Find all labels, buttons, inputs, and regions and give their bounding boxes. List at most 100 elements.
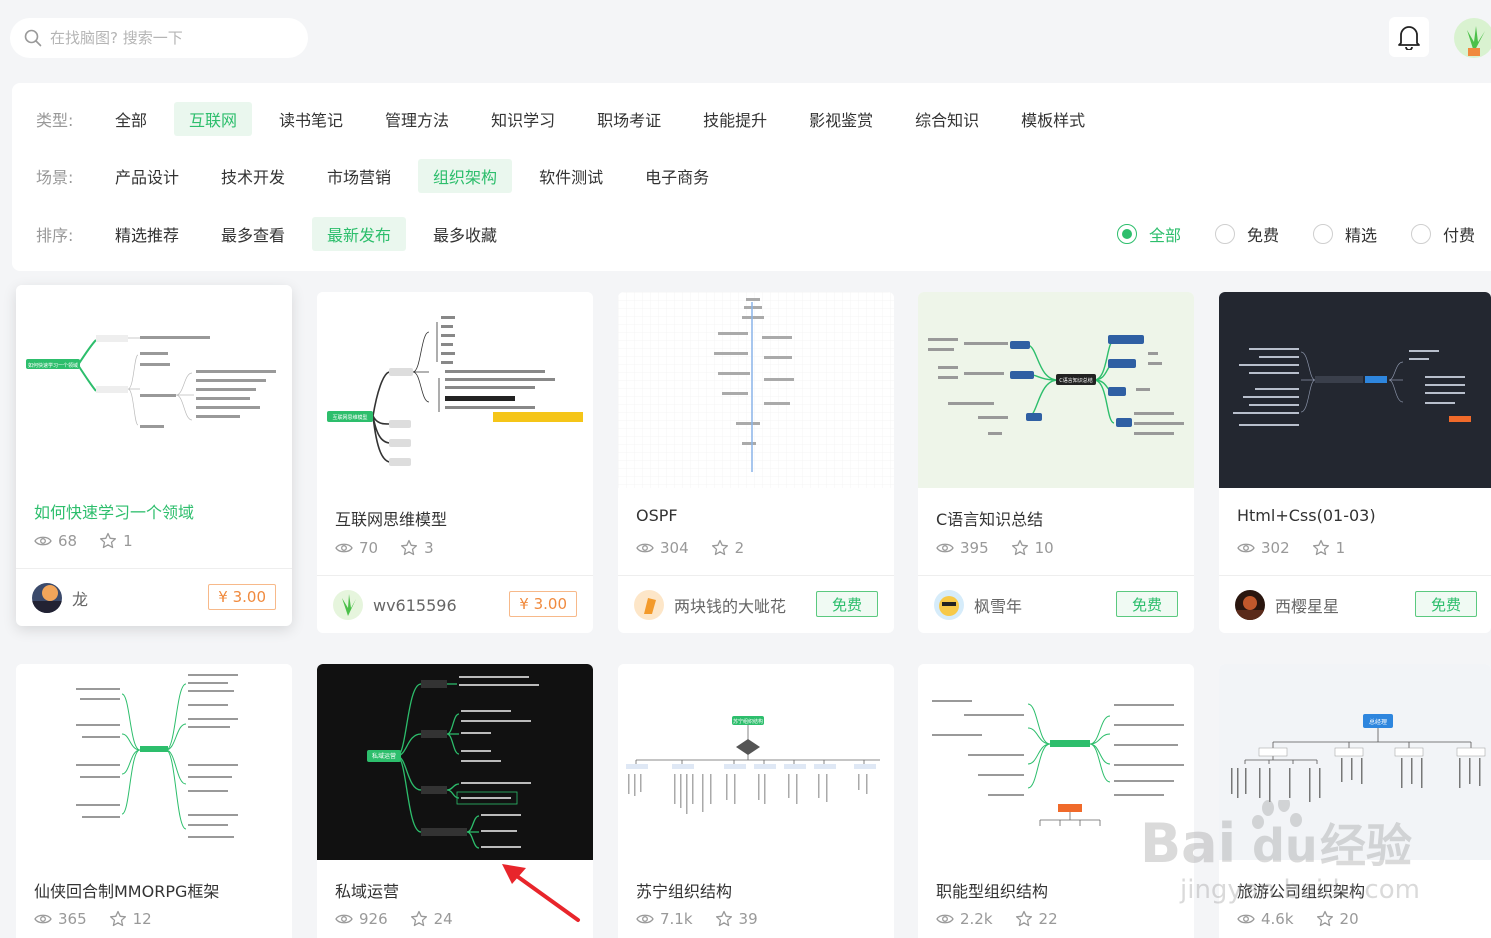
scene-chip-org-structure[interactable]: 组织架构: [418, 159, 513, 193]
thumb-root-label: 苏宁组织结构: [733, 718, 763, 725]
type-chip-film[interactable]: 影视鉴赏: [794, 102, 888, 136]
scene-chip-product-design[interactable]: 产品设计: [100, 159, 194, 193]
eye-icon: [636, 914, 654, 924]
card-thumbnail: [918, 664, 1194, 860]
card-stats: 68 1: [34, 532, 155, 550]
eye-icon: [335, 914, 353, 924]
star-count[interactable]: 12: [109, 910, 152, 928]
mindmap-card[interactable]: OSPF 304 2 两块钱的大呲花 免费: [618, 292, 894, 633]
author-name: 西樱星星: [1275, 597, 1340, 616]
card-title[interactable]: C语言知识总结: [936, 506, 1043, 530]
card-author[interactable]: 枫雪年: [934, 590, 1022, 620]
sort-chip-newest[interactable]: 最新发布: [312, 217, 407, 251]
card-stats: 4.6k 20: [1237, 910, 1381, 928]
card-title[interactable]: 仙侠回合制MMORPG框架: [34, 878, 219, 902]
mindmap-card[interactable]: Html+Css(01-03) 302 1 西樱星星 免费: [1219, 292, 1491, 633]
view-count: 68: [34, 532, 77, 550]
star-icon: [401, 539, 418, 556]
card-title[interactable]: 苏宁组织结构: [636, 878, 732, 902]
mindmap-preview-image: [918, 664, 1194, 860]
card-title[interactable]: OSPF: [636, 506, 678, 525]
free-badge: 免费: [1116, 591, 1178, 617]
eye-icon: [34, 536, 52, 546]
mindmap-card[interactable]: 如何快速学习一个领域 如何快速学习一个领域 68 1 龙 ¥ 3.00: [16, 285, 292, 626]
card-author[interactable]: 西樱星星: [1235, 590, 1339, 620]
scene-chip-ecommerce[interactable]: 电子商务: [630, 159, 724, 193]
star-count[interactable]: 3: [400, 539, 434, 557]
mindmap-card[interactable]: C语言知识总结 C语言知识总结 395 10 枫雪年 免费: [918, 292, 1194, 633]
star-count[interactable]: 39: [715, 910, 758, 928]
sort-filter-row: 排序: 精选推荐 最多查看 最新发布 最多收藏: [12, 214, 524, 254]
scene-chip-tech-dev[interactable]: 技术开发: [206, 159, 300, 193]
mindmap-preview-image: 总经理: [1219, 664, 1491, 860]
thumb-root-label: 总经理: [1369, 718, 1387, 726]
card-divider: [1219, 575, 1491, 576]
star-count[interactable]: 1: [1312, 539, 1345, 557]
card-title[interactable]: 职能型组织结构: [936, 878, 1048, 902]
radio-label: 付费: [1442, 226, 1475, 245]
mindmap-card[interactable]: 互联网思维模型 互联网思维模型 70 3 wv615596 ¥ 3.00: [317, 292, 593, 633]
eye-icon: [1237, 914, 1255, 924]
view-count-value: 68: [58, 532, 78, 550]
radio-dot: [1312, 224, 1333, 244]
scene-chip-marketing[interactable]: 市场营销: [312, 159, 406, 193]
sort-chip-featured[interactable]: 精选推荐: [100, 217, 194, 251]
mindmap-card[interactable]: 苏宁组织结构 苏宁组织结构 7.1k 39: [618, 664, 894, 938]
search-input[interactable]: [50, 29, 290, 47]
card-divider: [618, 575, 894, 576]
type-chip-general[interactable]: 综合知识: [900, 102, 994, 136]
star-count-value: 1: [123, 532, 133, 550]
type-chip-all[interactable]: 全部: [100, 102, 162, 136]
star-count[interactable]: 1: [99, 532, 133, 550]
mindmap-preview-image: 互联网思维模型: [317, 292, 593, 488]
price-radio-all[interactable]: 全部: [1116, 222, 1181, 246]
card-title[interactable]: Html+Css(01-03): [1237, 506, 1376, 525]
sort-chip-most-viewed[interactable]: 最多查看: [206, 217, 300, 251]
type-chip-internet[interactable]: 互联网: [174, 102, 253, 136]
card-thumbnail: 苏宁组织结构: [618, 664, 894, 860]
sort-chip-most-starred[interactable]: 最多收藏: [418, 217, 512, 251]
scene-chip-testing[interactable]: 软件测试: [524, 159, 618, 193]
view-count-value: 2.2k: [960, 910, 993, 928]
price-radio-featured[interactable]: 精选: [1312, 222, 1377, 246]
star-count-value: 12: [132, 910, 152, 928]
star-count[interactable]: 20: [1316, 910, 1359, 928]
price-radio-paid[interactable]: 付费: [1410, 222, 1475, 246]
star-count[interactable]: 10: [1011, 539, 1054, 557]
mindmap-card[interactable]: 仙侠回合制MMORPG框架 365 12: [16, 664, 292, 938]
card-author[interactable]: wv615596: [333, 590, 457, 620]
card-divider: [16, 568, 292, 569]
star-icon: [715, 910, 732, 927]
card-thumbnail: [1219, 292, 1491, 488]
type-chip-certification[interactable]: 职场考证: [582, 102, 676, 136]
type-chip-reading-notes[interactable]: 读书笔记: [264, 102, 358, 136]
mindmap-card[interactable]: 私域运营 私域运营 926 24: [317, 664, 593, 938]
star-count[interactable]: 22: [1015, 910, 1058, 928]
mindmap-card[interactable]: 总经理 旅游公司组织架构 4.6k 20: [1219, 664, 1491, 938]
card-title[interactable]: 如何快速学习一个领域: [34, 499, 194, 523]
thumb-root-label: 私域运营: [372, 752, 396, 760]
type-chip-knowledge[interactable]: 知识学习: [476, 102, 570, 136]
card-title[interactable]: 互联网思维模型: [335, 506, 447, 530]
eye-icon: [1237, 543, 1255, 553]
star-count-value: 20: [1339, 910, 1359, 928]
star-count[interactable]: 2: [711, 539, 744, 557]
view-count: 395: [936, 539, 989, 557]
price-radio-free[interactable]: 免费: [1214, 222, 1279, 246]
card-title[interactable]: 旅游公司组织架构: [1237, 878, 1365, 902]
notification-button[interactable]: [1389, 17, 1429, 57]
type-chip-management[interactable]: 管理方法: [370, 102, 464, 136]
type-chip-templates[interactable]: 模板样式: [1006, 102, 1100, 136]
type-chip-skills[interactable]: 技能提升: [688, 102, 782, 136]
star-count[interactable]: 24: [410, 910, 453, 928]
view-count: 70: [335, 539, 378, 557]
card-stats: 926 24: [335, 910, 475, 928]
search-box[interactable]: [10, 18, 308, 58]
card-title[interactable]: 私域运营: [335, 878, 399, 902]
star-icon: [1312, 539, 1329, 556]
card-author[interactable]: 龙: [32, 583, 88, 613]
user-avatar[interactable]: [1454, 18, 1491, 58]
author-avatar: [934, 590, 964, 620]
card-author[interactable]: 两块钱的大呲花: [634, 590, 786, 620]
mindmap-card[interactable]: 职能型组织结构 2.2k 22: [918, 664, 1194, 938]
